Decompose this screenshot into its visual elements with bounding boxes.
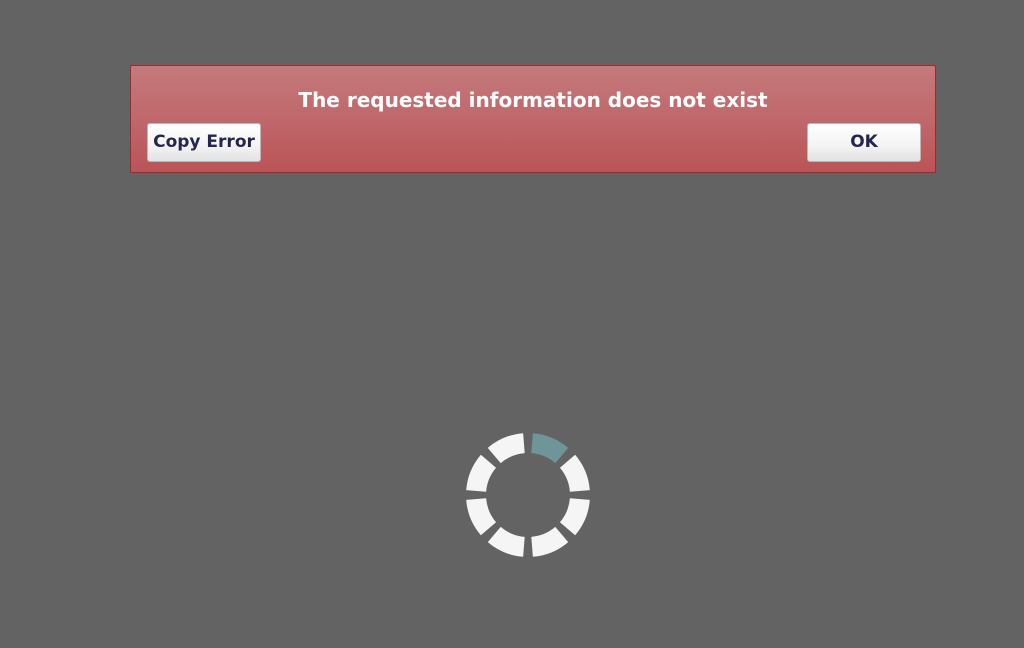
- spinner-segment: [559, 498, 590, 536]
- spinner-segment: [466, 498, 497, 536]
- loading-spinner-icon: [466, 433, 590, 557]
- ok-button[interactable]: OK: [807, 123, 921, 162]
- spinner-segment-active: [531, 433, 569, 464]
- spinner-segment: [466, 454, 497, 492]
- spinner-segment: [531, 526, 569, 557]
- spinner-segment: [487, 526, 525, 557]
- copy-error-button[interactable]: Copy Error: [147, 123, 261, 162]
- spinner-segment: [487, 433, 525, 464]
- app-screen: The requested information does not exist…: [0, 0, 1024, 648]
- spinner-segment: [559, 454, 590, 492]
- error-banner: The requested information does not exist…: [130, 65, 936, 173]
- error-message: The requested information does not exist: [298, 88, 768, 112]
